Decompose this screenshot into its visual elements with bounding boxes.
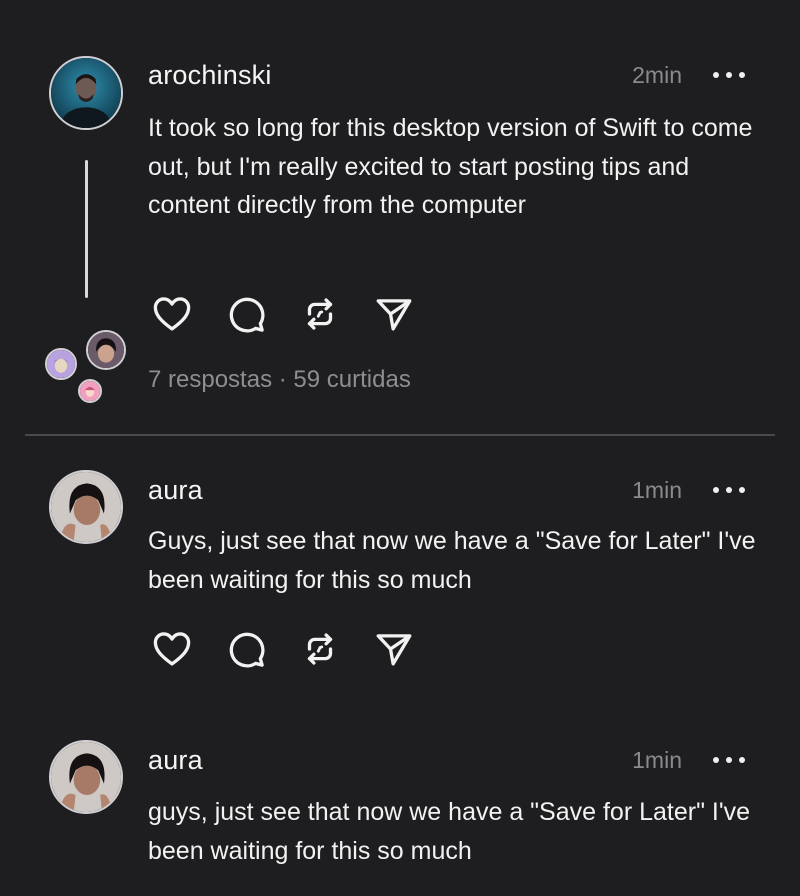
avatar-arochinski[interactable] bbox=[49, 56, 123, 130]
post-timestamp: 1min bbox=[632, 747, 682, 773]
reply-avatar[interactable] bbox=[45, 348, 77, 380]
thread-line bbox=[85, 160, 88, 298]
post-stats: 7 respostas · 59 curtidas bbox=[148, 366, 411, 394]
post-arochinski[interactable]: arochinski 2min It took so long for this… bbox=[0, 0, 800, 436]
reply-avatar[interactable] bbox=[86, 330, 126, 370]
likes-count[interactable]: 59 curtidas bbox=[293, 366, 410, 393]
divider bbox=[25, 434, 775, 436]
post-timestamp: 2min bbox=[632, 62, 682, 88]
more-options-icon[interactable] bbox=[713, 754, 745, 766]
post-text: It took so long for this desktop version… bbox=[148, 114, 753, 219]
more-options-icon[interactable] bbox=[713, 69, 745, 81]
repost-icon[interactable] bbox=[298, 292, 342, 336]
thread-feed: arochinski 2min It took so long for this… bbox=[0, 0, 800, 896]
heart-icon[interactable] bbox=[150, 627, 194, 671]
send-icon[interactable] bbox=[372, 292, 416, 336]
replies-count[interactable]: 7 respostas bbox=[148, 366, 272, 393]
avatar-aura[interactable] bbox=[49, 740, 123, 814]
reply-avatar[interactable] bbox=[78, 379, 102, 403]
post-username[interactable]: aura bbox=[148, 475, 203, 506]
post-username[interactable]: arochinski bbox=[148, 60, 272, 91]
post-text: guys, just see that now we have a "Save … bbox=[148, 798, 751, 865]
post-text: Guys, just see that now we have a "Save … bbox=[148, 527, 756, 594]
heart-icon[interactable] bbox=[150, 292, 194, 336]
post-timestamp: 1min bbox=[632, 477, 682, 503]
comment-icon[interactable] bbox=[224, 292, 268, 336]
repost-icon[interactable] bbox=[298, 627, 342, 671]
send-icon[interactable] bbox=[372, 627, 416, 671]
post-username[interactable]: aura bbox=[148, 745, 203, 776]
comment-icon[interactable] bbox=[224, 627, 268, 671]
post-actions bbox=[150, 627, 416, 671]
stats-separator: · bbox=[278, 366, 287, 393]
more-options-icon[interactable] bbox=[713, 484, 745, 496]
post-actions bbox=[150, 292, 416, 336]
avatar-aura[interactable] bbox=[49, 470, 123, 544]
